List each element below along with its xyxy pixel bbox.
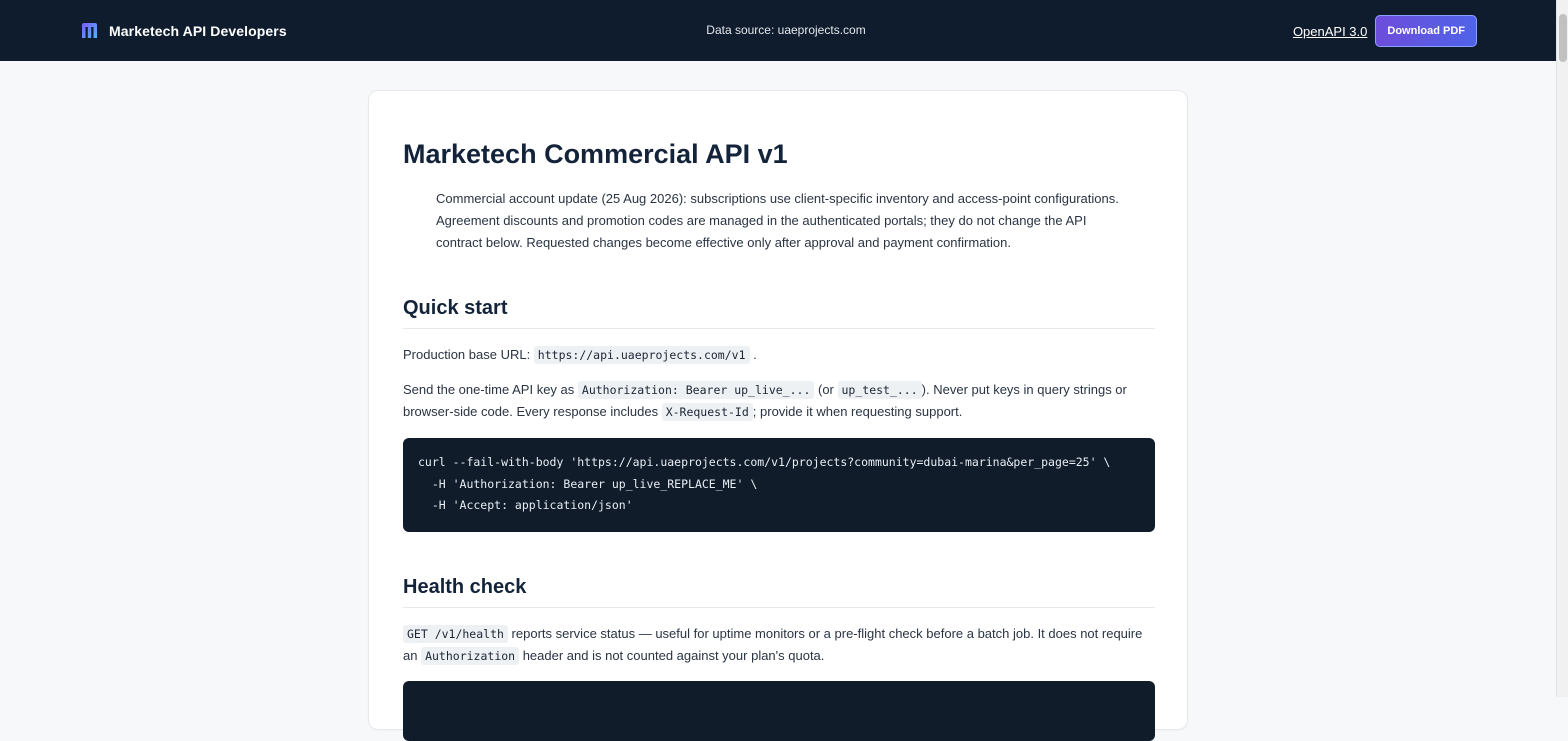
- documentation-card: Marketech Commercial API v1 Commercial a…: [368, 90, 1188, 741]
- openapi-link[interactable]: OpenAPI 3.0: [1293, 24, 1367, 39]
- authorization-code: Authorization: [421, 647, 520, 665]
- auth-text-1: Send the one-time API key as: [403, 382, 578, 397]
- request-id-code: X-Request-Id: [661, 403, 753, 421]
- download-pdf-button[interactable]: Download PDF: [1375, 15, 1477, 47]
- health-example-code[interactable]: [403, 681, 1155, 741]
- header-actions: OpenAPI 3.0 Download PDF: [1293, 15, 1477, 47]
- scrollbar-thumb[interactable]: [1559, 14, 1567, 62]
- page-scrollbar[interactable]: [1556, 0, 1568, 697]
- health-endpoint-code: GET /v1/health: [403, 625, 508, 643]
- auth-paragraph: Send the one-time API key as Authorizati…: [403, 379, 1155, 423]
- health-text-2: header and is not counted against your p…: [519, 648, 825, 663]
- commercial-notice: Commercial account update (25 Aug 2026):…: [436, 191, 1119, 250]
- base-url-code: https://api.uaeprojects.com/v1: [533, 346, 750, 364]
- base-url-label: Production base URL:: [403, 347, 534, 362]
- health-check-paragraph: GET /v1/health reports service status — …: [403, 623, 1155, 667]
- auth-text-4: ; provide it when requesting support.: [752, 404, 963, 419]
- page-title: Marketech Commercial API v1: [403, 139, 788, 169]
- base-url-paragraph: Production base URL: https://api.uaeproj…: [403, 344, 1155, 366]
- test-key-code: up_test_...: [837, 381, 922, 399]
- quick-start-heading: Quick start: [403, 297, 1155, 329]
- base-url-suffix: .: [753, 347, 757, 362]
- top-navigation-bar: Marketech API Developers Data source: ua…: [0, 0, 1556, 61]
- health-check-heading: Health check: [403, 576, 1155, 608]
- auth-header-code: Authorization: Bearer up_live_...: [577, 381, 815, 399]
- curl-example-code[interactable]: curl --fail-with-body 'https://api.uaepr…: [403, 438, 1155, 532]
- auth-text-2: (or: [814, 382, 838, 397]
